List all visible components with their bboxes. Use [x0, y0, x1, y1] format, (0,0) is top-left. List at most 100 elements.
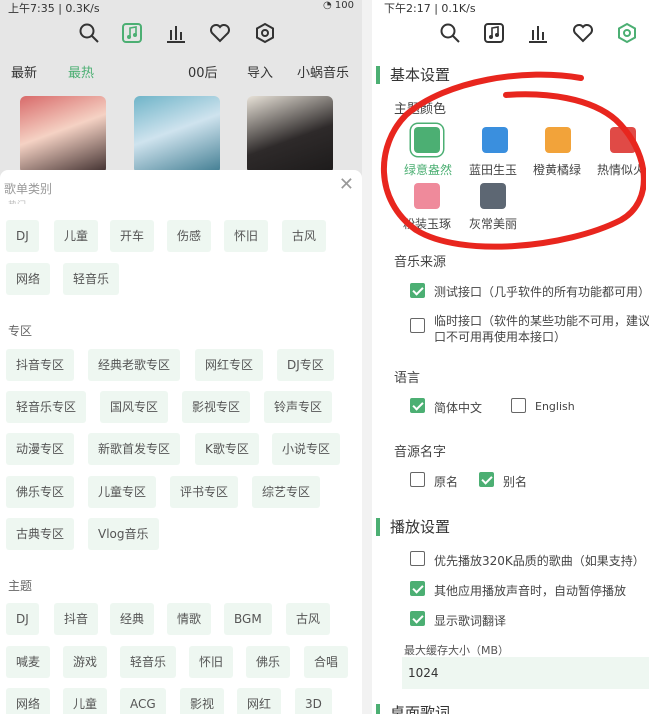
category-chip[interactable]: DJ — [6, 603, 39, 635]
category-chip[interactable]: 网红专区 — [195, 349, 264, 381]
lang-zh-checkbox[interactable] — [410, 398, 425, 413]
category-chip[interactable]: ACG — [120, 688, 166, 714]
category-chip[interactable]: DJ专区 — [277, 349, 334, 381]
category-chip[interactable]: 古典专区 — [6, 518, 75, 550]
heart-icon[interactable] — [572, 22, 594, 44]
status-bar-left: 上午7:35 | 0.3K/s — [8, 2, 100, 15]
lang-en-checkbox[interactable] — [511, 398, 526, 413]
category-sheet: 歌单类别 ✕ 热门 DJ 儿童 开车 伤感 怀旧 古风 网络 轻音乐 专区 抖音… — [0, 170, 362, 714]
category-chip[interactable]: 儿童 — [54, 220, 99, 252]
source-test-checkbox[interactable] — [410, 283, 425, 298]
chart-icon[interactable] — [527, 22, 549, 44]
play-320k-label: 优先播放320K品质的歌曲（如果支持） — [434, 554, 645, 568]
category-chip[interactable]: 轻音乐 — [63, 263, 120, 295]
category-chip[interactable]: K歌专区 — [195, 433, 259, 465]
status-network: 0.1K/s — [441, 2, 476, 15]
tab-bar: 最新 最热 00后 导入 小蜗音乐 — [0, 62, 362, 81]
section-label-zone: 专区 — [8, 324, 33, 338]
section-title-playback: 播放设置 — [376, 518, 450, 536]
category-chip[interactable]: 抖音专区 — [6, 349, 75, 381]
music-icon[interactable] — [483, 22, 505, 44]
category-chip[interactable]: 儿童专区 — [88, 476, 157, 508]
category-chip[interactable]: 游戏 — [63, 646, 108, 678]
language-label: 语言 — [394, 371, 421, 386]
status-time: 上午7:35 — [8, 2, 55, 15]
category-chip[interactable]: 合唱 — [304, 646, 349, 678]
category-chip[interactable]: 3D — [295, 688, 332, 714]
category-chip[interactable]: BGM — [224, 603, 272, 635]
cache-size-label: 最大缓存大小（MB） — [404, 644, 510, 657]
music-icon[interactable] — [121, 22, 143, 44]
srcname-orig-checkbox[interactable] — [410, 472, 425, 487]
category-chip[interactable]: 经典老歌专区 — [88, 349, 181, 381]
category-chip[interactable]: 小说专区 — [272, 433, 341, 465]
category-chip[interactable]: 轻音乐 — [120, 646, 177, 678]
playlist-cover[interactable] — [247, 96, 333, 174]
category-chip[interactable]: 综艺专区 — [252, 476, 321, 508]
chart-icon[interactable] — [165, 22, 187, 44]
sheet-title: 歌单类别 — [4, 182, 53, 196]
category-chip[interactable]: 佛乐专区 — [6, 476, 75, 508]
srcname-alias-checkbox[interactable] — [479, 472, 494, 487]
lang-zh-label: 简体中文 — [434, 401, 483, 415]
category-chip[interactable]: 喊麦 — [6, 646, 51, 678]
heart-icon[interactable] — [209, 22, 231, 44]
category-chip[interactable]: 情歌 — [167, 603, 212, 635]
category-chip[interactable]: 网络 — [6, 263, 51, 295]
category-chip[interactable]: 国风专区 — [100, 391, 169, 423]
category-chip[interactable]: 古风 — [286, 603, 331, 635]
music-source-label: 音乐来源 — [394, 255, 447, 270]
tab-00s[interactable]: 00后 — [188, 62, 218, 81]
category-chip[interactable]: 怀旧 — [189, 646, 234, 678]
tab-latest[interactable]: 最新 — [11, 62, 37, 81]
category-chip[interactable]: 影视专区 — [182, 391, 251, 423]
category-chip[interactable]: 佛乐 — [246, 646, 291, 678]
cache-size-input[interactable]: 1024 — [402, 657, 649, 689]
category-chip[interactable]: 伤感 — [167, 220, 212, 252]
category-chip[interactable]: 影视 — [180, 688, 225, 714]
category-chip[interactable]: 动漫专区 — [6, 433, 75, 465]
category-chip[interactable]: 抖音 — [54, 603, 99, 635]
source-temp-label-line2: 口不可用再使用本接口） — [434, 330, 567, 344]
category-chip[interactable]: 评书专区 — [170, 476, 239, 508]
srcname-alias-label: 别名 — [503, 475, 528, 489]
play-320k-checkbox[interactable] — [410, 551, 425, 566]
battery-level: 100 — [334, 0, 354, 11]
category-chip[interactable]: 新歌首发专区 — [88, 433, 181, 465]
close-icon[interactable]: ✕ — [339, 174, 354, 195]
search-icon[interactable] — [439, 22, 461, 44]
settings-icon[interactable] — [254, 22, 276, 44]
tab-hot[interactable]: 最热 — [68, 62, 94, 81]
category-chip[interactable]: 网络 — [6, 688, 51, 714]
category-chip[interactable]: 铃声专区 — [264, 391, 333, 423]
category-chip[interactable]: 经典 — [110, 603, 155, 635]
category-chip[interactable]: 古风 — [282, 220, 327, 252]
auto-pause-label: 其他应用播放声音时，自动暂停播放 — [434, 584, 627, 598]
top-nav — [0, 22, 362, 48]
source-temp-label-line1: 临时接口（软件的某些功能不可用，建议 — [434, 314, 649, 328]
status-bar-right: ◔ 100 — [323, 0, 354, 11]
category-chip[interactable]: 轻音乐专区 — [6, 391, 87, 423]
status-time: 下午2:17 — [384, 2, 431, 15]
settings-icon[interactable] — [616, 22, 638, 44]
tab-xiaowo[interactable]: 小蜗音乐 — [297, 62, 349, 81]
playlist-cover[interactable] — [20, 96, 106, 174]
status-bar-left: 下午2:17 | 0.1K/s — [384, 2, 476, 15]
category-chip[interactable]: 怀旧 — [224, 220, 269, 252]
auto-pause-checkbox[interactable] — [410, 581, 425, 596]
category-chip[interactable]: 网红 — [237, 688, 282, 714]
category-chip[interactable]: 开车 — [110, 220, 155, 252]
source-temp-checkbox[interactable] — [410, 318, 425, 333]
lyric-translate-checkbox[interactable] — [410, 611, 425, 626]
category-chip[interactable]: DJ — [6, 220, 39, 252]
category-chip[interactable]: Vlog音乐 — [88, 518, 159, 550]
category-chip[interactable]: 儿童 — [63, 688, 108, 714]
left-screen: 上午7:35 | 0.3K/s ◔ 100 最新 最热 00后 导入 小蜗音乐 … — [0, 0, 362, 714]
playlist-cover[interactable] — [134, 96, 220, 174]
section-title-desktop-lyrics: 桌面歌词 — [376, 704, 450, 714]
lang-en-label: English — [535, 400, 575, 413]
source-name-label: 音源名字 — [394, 445, 447, 460]
search-icon[interactable] — [78, 22, 100, 44]
tab-import[interactable]: 导入 — [247, 62, 273, 81]
lyric-translate-label: 显示歌词翻译 — [434, 614, 507, 628]
